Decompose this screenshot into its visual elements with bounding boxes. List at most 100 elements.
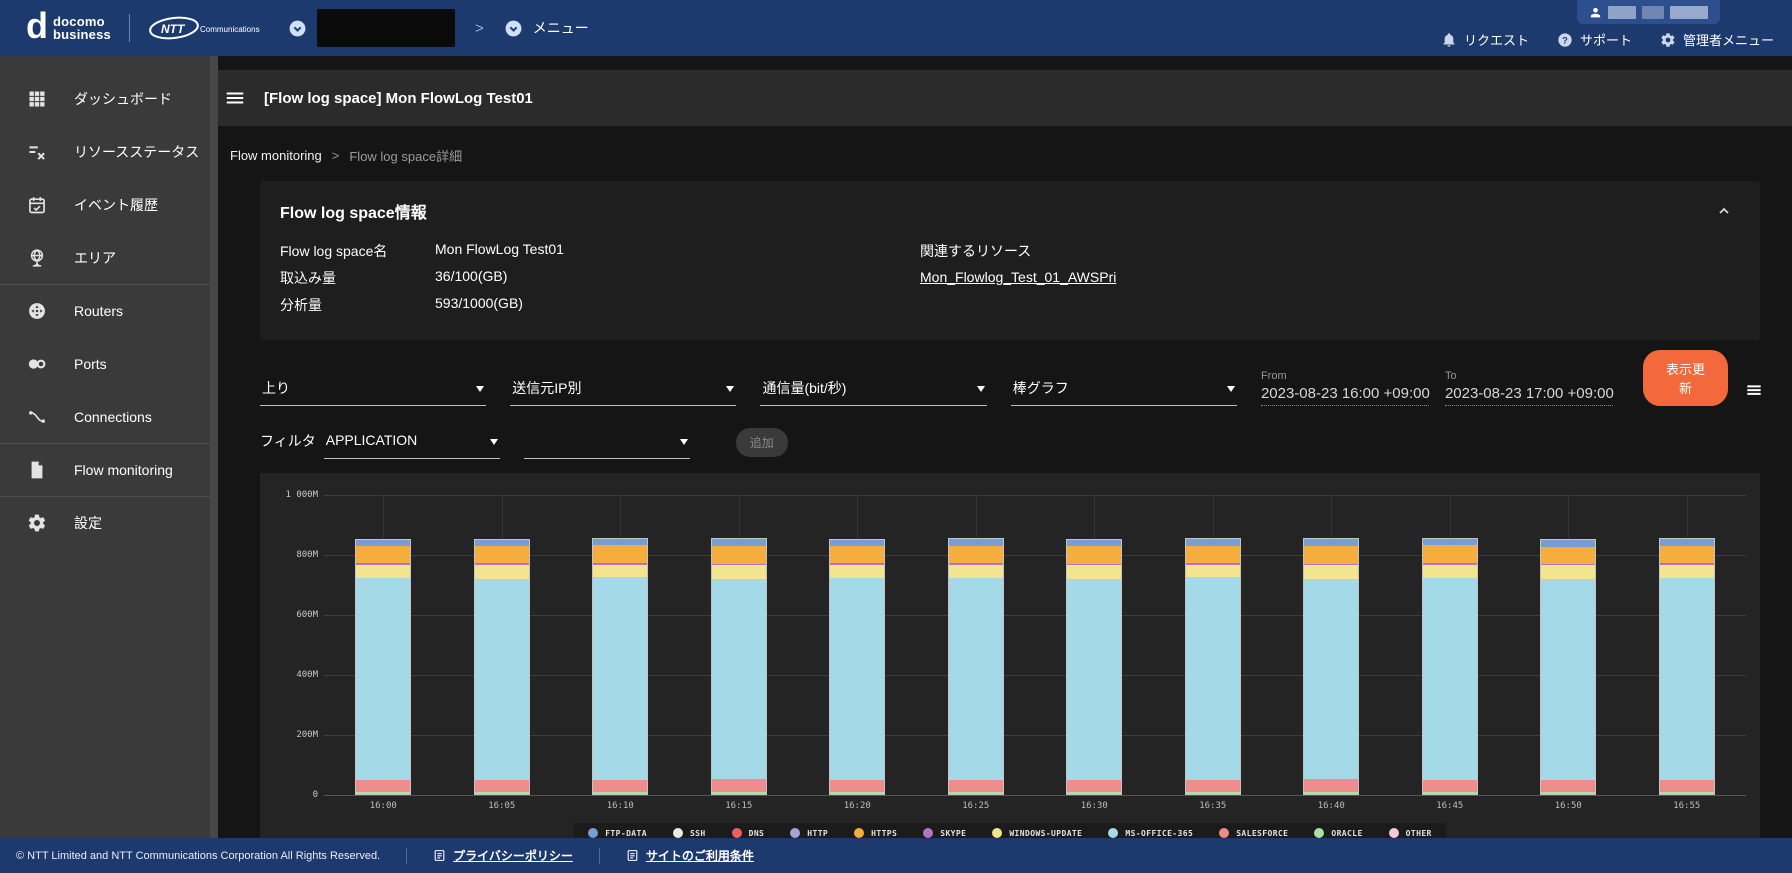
- stacked-bar-16:25[interactable]: [947, 538, 1004, 795]
- ftp-data-segment: [711, 539, 766, 547]
- ms-office-365-segment: [1541, 578, 1596, 780]
- groupby-select[interactable]: 送信元IP別: [510, 378, 737, 406]
- stacked-bar-16:40[interactable]: [1303, 538, 1360, 795]
- bar-slot: [798, 495, 917, 795]
- oracle-segment: [1304, 791, 1359, 794]
- nav-link-admin-menu[interactable]: 管理者メニュー: [1660, 30, 1774, 49]
- redacted-username-block: [1642, 5, 1664, 19]
- sidebar-item-settings[interactable]: 設定: [0, 496, 210, 549]
- legend-item-dns[interactable]: dns: [731, 828, 765, 838]
- legend-item-https[interactable]: https: [854, 828, 897, 838]
- sidebar-item-label: リソースステータス: [74, 143, 200, 160]
- legend-item-oracle[interactable]: oracle: [1314, 828, 1362, 838]
- metric-select[interactable]: 通信量(bit/秒): [760, 378, 987, 406]
- stacked-bar-16:50[interactable]: [1540, 538, 1597, 795]
- related-resource-link[interactable]: Mon_Flowlog_Test_01_AWSPri: [920, 269, 1116, 285]
- sidebar-item-routers[interactable]: Routers: [0, 284, 210, 337]
- vertical-scrollbar[interactable]: [210, 56, 218, 838]
- sidebar-item-label: Connections: [74, 408, 152, 425]
- stacked-bar-16:20[interactable]: [829, 538, 886, 795]
- sidebar-item-event-history[interactable]: イベント履歴: [0, 178, 210, 231]
- legend-dot: [731, 828, 742, 838]
- nav-link-support[interactable]: ? サポート: [1557, 30, 1632, 49]
- y-tick-label: 1 000M: [285, 490, 318, 500]
- to-datetime-field[interactable]: To 2023-08-23 17:00 +09:00: [1444, 370, 1614, 406]
- footer-link-terms[interactable]: サイトのご利用条件: [626, 847, 754, 864]
- windows-update-segment: [830, 564, 885, 578]
- stacked-bar-16:15[interactable]: [710, 538, 767, 795]
- stacked-bar-16:00[interactable]: [355, 538, 412, 795]
- related-resources-label: 関連するリソース: [920, 243, 1032, 259]
- top-nav-bar: d docomo business NTT Communications > メ…: [0, 0, 1792, 56]
- x-tick-label: 16:45: [1436, 801, 1464, 811]
- sidebar-item-area[interactable]: エリア: [0, 231, 210, 284]
- chart-options-menu-icon[interactable]: [1744, 380, 1764, 400]
- direction-select[interactable]: 上り: [260, 378, 487, 406]
- x-tick-label: 16:25: [962, 801, 990, 811]
- chart-type-select[interactable]: 棒グラフ: [1010, 378, 1237, 406]
- sidebar-item-label: Ports: [74, 355, 107, 372]
- stacked-bar-16:35[interactable]: [1184, 537, 1241, 795]
- x-tick-label: 16:10: [606, 801, 634, 811]
- breadcrumb-parent-link[interactable]: Flow monitoring: [230, 148, 322, 163]
- salesforce-segment: [356, 780, 411, 792]
- from-datetime-field[interactable]: From 2023-08-23 16:00 +09:00: [1260, 370, 1430, 406]
- brand-divider: [128, 14, 130, 42]
- stacked-bar-16:30[interactable]: [1066, 538, 1123, 795]
- ms-office-365-segment: [1659, 577, 1714, 781]
- bar-slot: [917, 495, 1036, 795]
- salesforce-segment: [1659, 780, 1714, 792]
- refresh-display-button[interactable]: 表示更新: [1642, 350, 1729, 406]
- legend-item-ftp-data[interactable]: ftp-data: [588, 828, 647, 838]
- stacked-bar-16:45[interactable]: [1421, 537, 1478, 795]
- legend-item-salesforce[interactable]: salesforce: [1219, 828, 1288, 838]
- filter-type-select[interactable]: APPLICATION: [323, 432, 500, 459]
- legend-dot: [1108, 828, 1119, 838]
- stacked-bar-16:55[interactable]: [1658, 538, 1715, 795]
- legend-label: https: [871, 828, 898, 838]
- collapse-panel-button[interactable]: [1716, 203, 1732, 224]
- legend-item-http[interactable]: http: [790, 828, 828, 838]
- stacked-bar-16:10[interactable]: [592, 537, 649, 795]
- info-field-label: 取込み量: [280, 270, 336, 286]
- footer-link-label: プライバシーポリシー: [453, 849, 573, 863]
- sidebar-item-flow-monitoring[interactable]: Flow monitoring: [0, 443, 210, 496]
- chart-controls-row: 上り 送信元IP別 通信量(bit/秒) 棒グラフ From 2023-08-23 1…: [260, 350, 1764, 406]
- user-badge[interactable]: [1577, 0, 1720, 24]
- legend-item-skype[interactable]: skype: [923, 828, 966, 838]
- legend-dot: [854, 828, 865, 838]
- breadcrumb: Flow monitoring > Flow log space詳細: [230, 146, 1792, 165]
- sidebar-item-connections[interactable]: Connections: [0, 390, 210, 443]
- info-field-label: 分析量: [280, 297, 322, 313]
- stacked-bar-16:05[interactable]: [473, 538, 530, 795]
- sidebar-item-resource-status[interactable]: リソースステータス: [0, 125, 210, 178]
- legend-label: http: [807, 828, 829, 838]
- chevron-down-icon: [489, 439, 498, 449]
- legend-label: other: [1405, 828, 1432, 838]
- sidebar-item-dashboard[interactable]: ダッシュボード: [0, 72, 210, 125]
- legend-item-windows-update[interactable]: windows-update: [992, 828, 1082, 838]
- legend-dot: [672, 828, 683, 838]
- breadcrumb-separator: >: [331, 148, 340, 163]
- select-value: 送信元IP別: [512, 380, 582, 396]
- legend-item-ssh[interactable]: ssh: [672, 828, 706, 838]
- gridline: [324, 795, 1746, 796]
- sidebar-item-ports[interactable]: Ports: [0, 337, 210, 390]
- svg-text:Communications: Communications: [200, 25, 260, 34]
- add-filter-button[interactable]: 追加: [735, 428, 788, 457]
- hamburger-menu-icon[interactable]: [224, 87, 246, 109]
- footer-link-privacy[interactable]: プライバシーポリシー: [433, 847, 573, 864]
- contract-selector-redacted[interactable]: [316, 9, 455, 47]
- menu-dropdown[interactable]: メニュー: [533, 18, 589, 38]
- x-tick-label: 16:15: [725, 801, 753, 811]
- https-segment: [830, 546, 885, 564]
- salesforce-segment: [1067, 780, 1122, 792]
- legend-item-other[interactable]: other: [1388, 828, 1432, 838]
- filter-value-select[interactable]: [523, 432, 690, 459]
- account-area: > メニュー: [288, 9, 589, 47]
- legend-item-ms-office-365[interactable]: ms-office-365: [1108, 828, 1193, 838]
- settings-icon: [26, 513, 48, 533]
- salesforce-segment: [711, 779, 766, 792]
- nav-link-request[interactable]: リクエスト: [1441, 30, 1529, 49]
- legend-label: ftp-data: [605, 828, 647, 838]
